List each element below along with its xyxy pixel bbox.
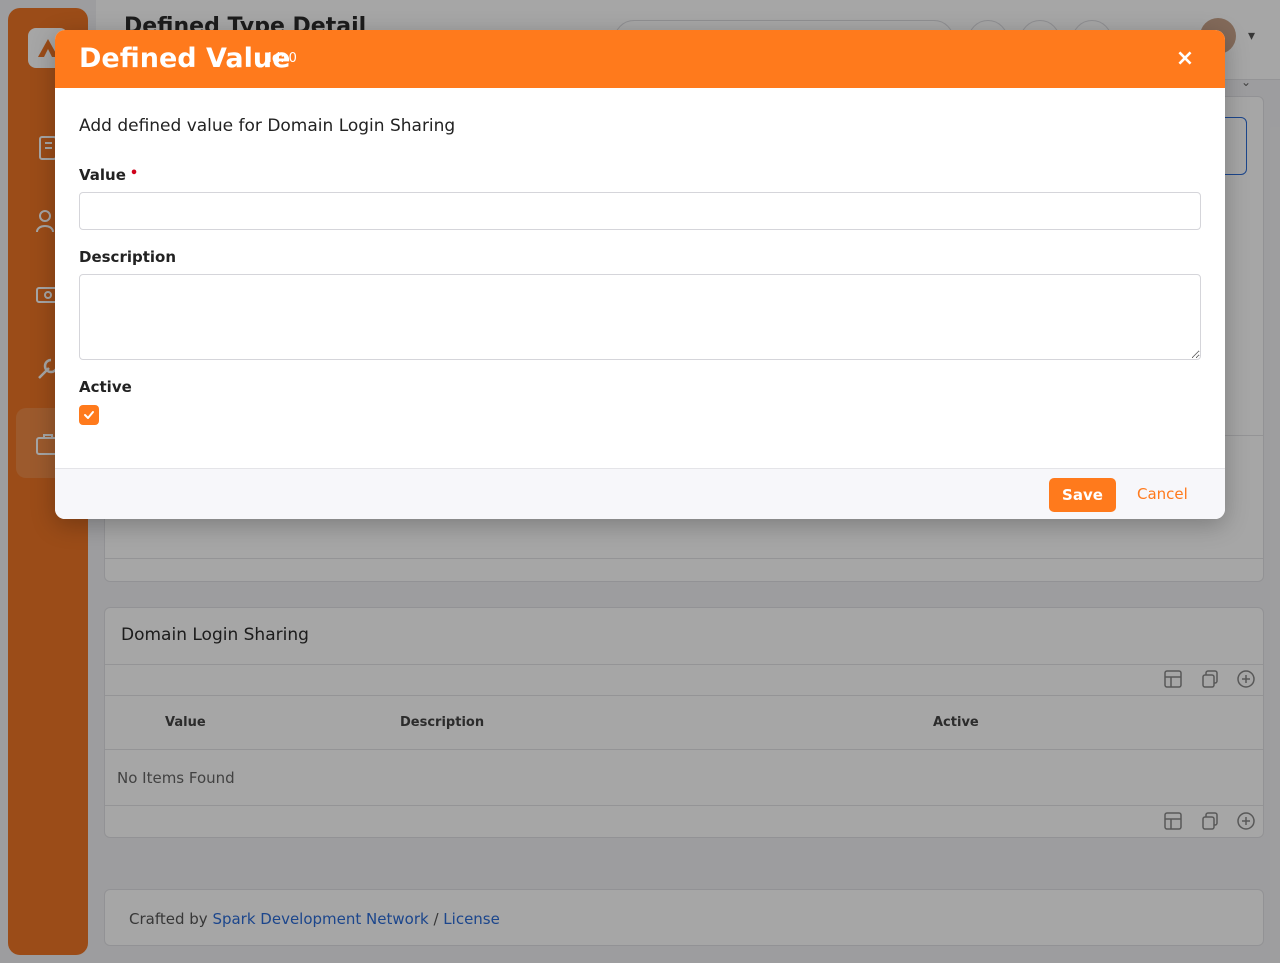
defined-value-modal: Defined Value Id: 0 × Add defined value … [55,30,1225,519]
modal-body: Add defined value for Domain Login Shari… [55,88,1225,468]
modal-subtitle: Add defined value for Domain Login Shari… [79,116,456,136]
close-icon[interactable]: × [1173,46,1197,71]
value-input[interactable] [79,192,1201,230]
modal-title: Defined Value [79,43,291,74]
value-label: Value • [79,166,138,184]
modal-id-label: Id: 0 [268,51,297,66]
save-button[interactable]: Save [1049,478,1116,512]
description-input[interactable] [79,274,1201,360]
value-label-text: Value [79,166,126,184]
description-label: Description [79,248,177,266]
required-indicator: • [129,166,139,181]
check-icon [84,411,94,419]
cancel-button[interactable]: Cancel [1137,485,1188,503]
active-checkbox[interactable] [79,405,99,425]
active-label: Active [79,378,132,396]
modal-header: Defined Value Id: 0 × [55,30,1225,88]
modal-footer: Save Cancel [55,468,1225,519]
